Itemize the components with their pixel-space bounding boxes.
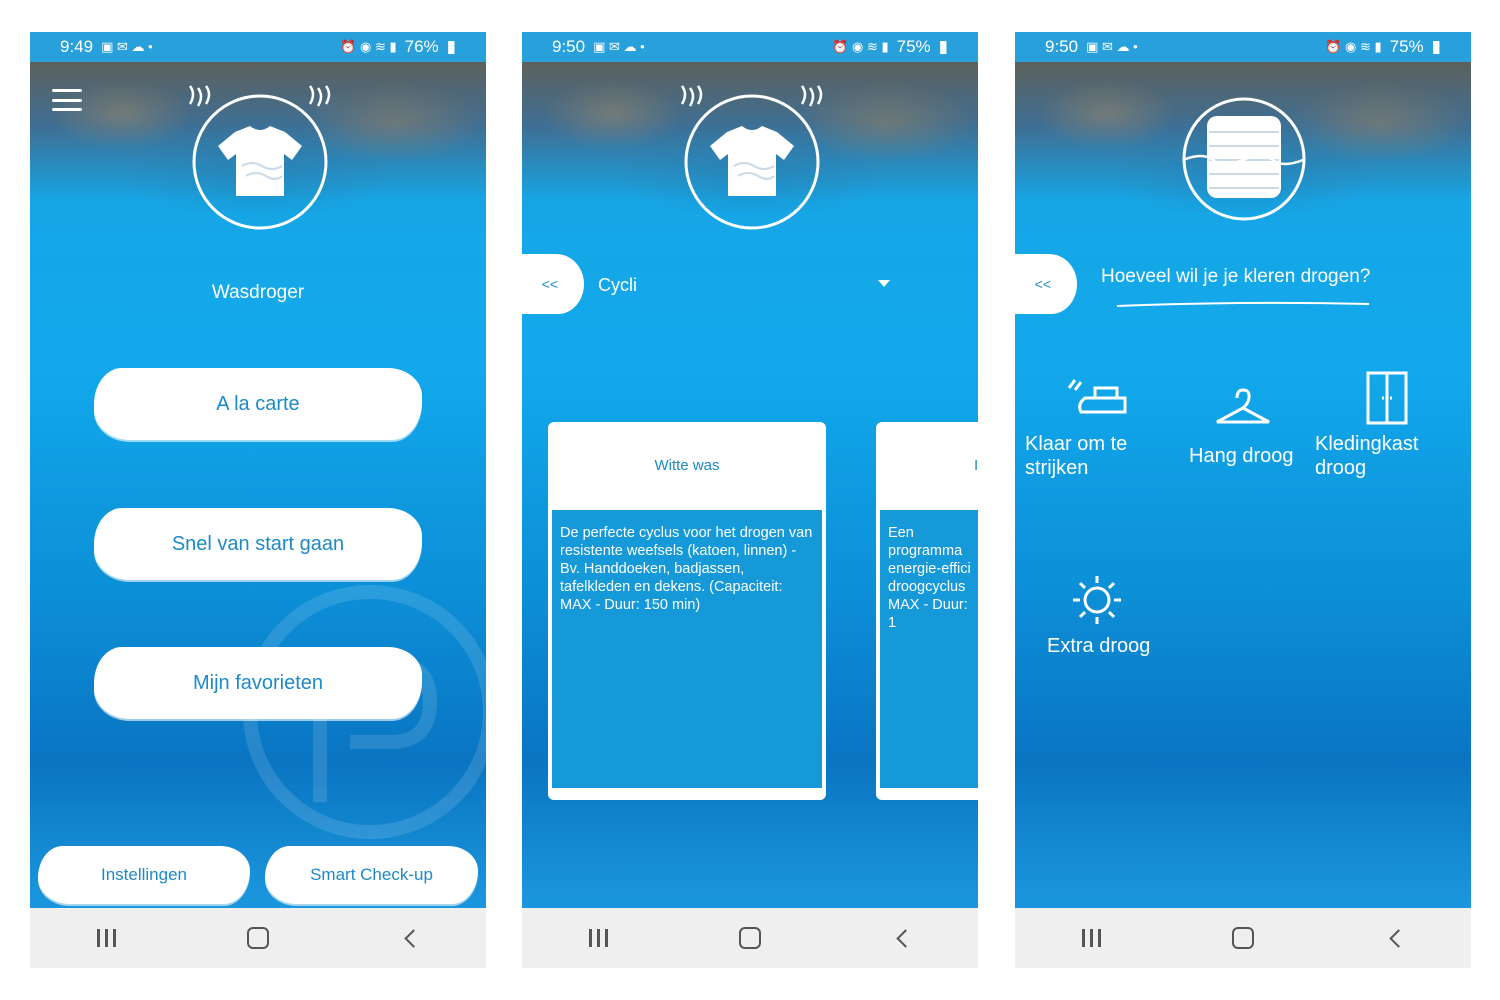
back-icon[interactable] [390, 918, 430, 958]
recent-apps-icon[interactable] [578, 918, 618, 958]
battery-level: 75% [896, 37, 931, 56]
phone-screen-home: 9:49 ▣ ✉ ☁ • ⏰ ◉ ≋ ▮ 76% ▮ Wasdroger A l… [30, 32, 486, 968]
option-ready-to-iron[interactable]: Klaar om te strijken [1025, 432, 1127, 480]
home-icon[interactable] [730, 918, 770, 958]
notification-icons: ▣ ✉ ☁ • [101, 39, 153, 54]
title-underline [1116, 301, 1370, 307]
cycle-card-title: Witte was [654, 456, 720, 474]
status-bar: 9:50 ▣ ✉ ☁ • ⏰ ◉ ≋ ▮ 75% ▮ [1015, 32, 1471, 62]
folded-towels-icon [1182, 97, 1306, 221]
favorites-button[interactable]: Mijn favorieten [94, 647, 422, 719]
page-title: Wasdroger [211, 282, 305, 303]
menu-icon[interactable] [52, 89, 82, 111]
question-title: Hoeveel wil je je kleren drogen? [1101, 266, 1371, 287]
sun-icon[interactable] [1071, 574, 1123, 626]
android-nav-bar [1015, 908, 1471, 968]
cycle-card-description: De perfecte cyclus voor het drogen van r… [552, 510, 822, 788]
status-time: 9:50 [1045, 37, 1079, 56]
status-time: 9:50 [552, 37, 586, 56]
back-button[interactable]: << [1015, 254, 1077, 314]
recent-apps-icon[interactable] [86, 918, 126, 958]
hanger-icon[interactable] [1213, 388, 1273, 428]
back-icon[interactable] [1375, 918, 1415, 958]
cycle-card-next[interactable]: I Een programma energie-effici droogcycl… [876, 422, 978, 800]
home-icon[interactable] [1223, 918, 1263, 958]
option-wardrobe-dry[interactable]: Kledingkast droog [1315, 432, 1418, 480]
android-nav-bar [30, 908, 486, 968]
phone-screen-cycles: 9:50 ▣ ✉ ☁ • ⏰ ◉ ≋ ▮ 75% ▮ << Cycli Witt… [522, 32, 978, 968]
option-extra-dry[interactable]: Extra droog [1047, 634, 1150, 658]
iron-icon[interactable] [1065, 374, 1131, 420]
cycle-dropdown[interactable]: Cycli [598, 275, 637, 296]
wardrobe-icon[interactable] [1365, 370, 1409, 426]
quick-start-button[interactable]: Snel van start gaan [94, 508, 422, 580]
battery-level: 76% [404, 37, 439, 56]
option-hang-dry[interactable]: Hang droog [1189, 444, 1294, 468]
status-bar: 9:49 ▣ ✉ ☁ • ⏰ ◉ ≋ ▮ 76% ▮ [30, 32, 486, 62]
phone-screen-dryness: 9:50 ▣ ✉ ☁ • ⏰ ◉ ≋ ▮ 75% ▮ << Hoeveel wi… [1015, 32, 1471, 968]
battery-icon: ▮ [938, 37, 948, 56]
cycle-card-title: I [974, 456, 978, 474]
smart-checkup-button[interactable]: Smart Check-up [265, 846, 478, 904]
battery-level: 75% [1389, 37, 1424, 56]
status-bar: 9:50 ▣ ✉ ☁ • ⏰ ◉ ≋ ▮ 75% ▮ [522, 32, 978, 62]
back-button[interactable]: << [522, 254, 584, 314]
system-icons: ⏰ ◉ ≋ ▮ [1325, 39, 1382, 54]
status-time: 9:49 [60, 37, 94, 56]
dryer-shirt-icon [680, 85, 823, 230]
notification-icons: ▣ ✉ ☁ • [593, 39, 645, 54]
cycle-card-description: Een programma energie-effici droogcyclus… [880, 510, 978, 788]
settings-button[interactable]: Instellingen [38, 846, 250, 904]
dryer-shirt-icon [188, 85, 331, 230]
system-icons: ⏰ ◉ ≋ ▮ [340, 39, 397, 54]
dropdown-arrow-icon[interactable] [878, 280, 890, 287]
back-icon[interactable] [882, 918, 922, 958]
android-nav-bar [522, 908, 978, 968]
a-la-carte-button[interactable]: A la carte [94, 368, 422, 440]
home-icon[interactable] [238, 918, 278, 958]
cycle-card[interactable]: Witte was De perfecte cyclus voor het dr… [548, 422, 826, 800]
notification-icons: ▣ ✉ ☁ • [1086, 39, 1138, 54]
system-icons: ⏰ ◉ ≋ ▮ [832, 39, 889, 54]
battery-icon: ▮ [446, 37, 456, 56]
battery-icon: ▮ [1431, 37, 1441, 56]
recent-apps-icon[interactable] [1071, 918, 1111, 958]
